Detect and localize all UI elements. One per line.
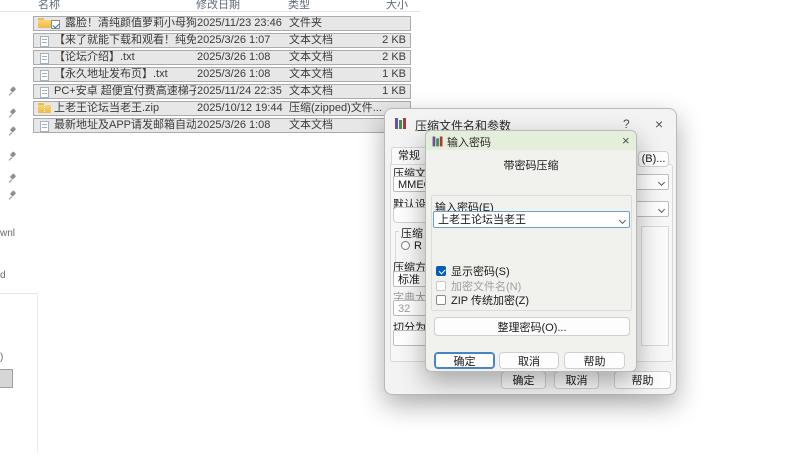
cancel-button[interactable]: 取消	[554, 371, 599, 389]
file-name: 【来了就能下载和观看！纯免费！】.txt	[54, 34, 196, 47]
file-date: 2025/3/26 1:08	[197, 119, 270, 132]
file-name: 【论坛介绍】.txt	[54, 51, 196, 64]
zip-folder-icon	[38, 105, 51, 113]
table-row[interactable]: 【来了就能下载和观看！纯免费！】.txt 2025/3/26 1:07 文本文档…	[33, 33, 411, 48]
text-file-icon	[40, 70, 49, 81]
file-name: 最新地址及APP请发邮箱自动获取！！！....	[54, 119, 196, 132]
table-row[interactable]: 【永久地址发布页】.txt 2025/3/26 1:08 文本文档 1 KB	[33, 67, 411, 82]
file-date: 2025/10/12 19:44	[197, 102, 283, 115]
pin-icon	[8, 108, 18, 119]
winrar-icon	[395, 117, 407, 129]
chevron-down-icon	[658, 206, 665, 213]
browse-button[interactable]: (B)...	[638, 151, 669, 167]
desktop: 名称 修改日期 类型 大小 露脸！清纯颜值萝莉小母狗【电击萌... 2025/1…	[0, 0, 800, 476]
winrar-icon	[433, 136, 444, 147]
table-row[interactable]: 露脸！清纯颜值萝莉小母狗【电击萌... 2025/11/23 23:46 文件夹	[33, 16, 411, 31]
tab-general[interactable]: 常规	[391, 147, 427, 165]
table-row[interactable]: PC+安卓 超便宜付费高速梯子.txt 2025/11/24 22:35 文本文…	[33, 84, 411, 99]
pin-icon	[8, 151, 18, 162]
text-file-icon	[40, 121, 49, 132]
close-icon[interactable]: ×	[655, 116, 663, 132]
password-dialog-titlebar[interactable]: 输入密码 ×	[426, 131, 636, 150]
checkbox-label: 加密文件名(N)	[451, 282, 521, 293]
file-date: 2025/11/23 23:46	[197, 17, 282, 30]
pin-icon	[8, 86, 18, 97]
help-icon[interactable]: ?	[623, 117, 630, 131]
ok-button[interactable]: 确定	[434, 352, 495, 369]
pin-icon	[8, 173, 18, 184]
cancel-button[interactable]: 取消	[499, 352, 559, 369]
clipped-button-fragment[interactable]	[0, 369, 13, 388]
clipped-nav-text: )	[0, 352, 3, 363]
password-heading: 带密码压缩	[426, 157, 636, 173]
file-date: 2025/3/26 1:08	[197, 68, 270, 81]
file-size: 1 KB	[334, 85, 406, 98]
file-name: 【永久地址发布页】.txt	[54, 68, 196, 81]
chevron-down-icon	[658, 179, 665, 186]
checkbox-label: ZIP 传统加密(Z)	[451, 296, 529, 307]
ok-button[interactable]: 确定	[501, 371, 546, 389]
format-label: 压缩	[399, 225, 425, 241]
text-file-icon	[40, 36, 49, 47]
clipped-nav-text: wnl	[0, 228, 15, 239]
table-row[interactable]: 【论坛介绍】.txt 2025/3/26 1:08 文本文档 2 KB	[33, 50, 411, 65]
row-checkbox[interactable]	[51, 20, 60, 29]
folder-icon	[38, 20, 51, 28]
password-input[interactable]: 上老王论坛当老王	[433, 211, 630, 228]
zip-legacy-encryption-checkbox[interactable]	[436, 295, 446, 305]
clipped-nav-text: d	[0, 270, 6, 281]
header-divider	[0, 11, 420, 12]
pane-divider	[0, 293, 37, 294]
pin-icon	[8, 190, 18, 201]
format-radio[interactable]	[401, 241, 410, 250]
update-mode-select[interactable]	[633, 174, 669, 190]
enter-password-dialog: 输入密码 × 带密码压缩 输入密码(E) 上老王论坛当老王 显示密码(S) 加密…	[425, 130, 637, 372]
file-name: PC+安卓 超便宜付费高速梯子.txt	[54, 85, 196, 98]
file-date: 2025/3/26 1:07	[197, 34, 270, 47]
file-name: 露脸！清纯颜值萝莉小母狗【电击萌...	[65, 17, 196, 30]
encrypt-filenames-checkbox	[436, 281, 446, 291]
dialog-title: 输入密码	[447, 134, 491, 150]
options-groupbox	[641, 226, 669, 346]
organize-passwords-button[interactable]: 整理密码(O)...	[434, 317, 630, 336]
file-date: 2025/11/24 22:35	[197, 85, 282, 98]
file-type: 文件夹	[289, 17, 407, 30]
file-size: 2 KB	[334, 34, 406, 47]
text-file-icon	[40, 87, 49, 98]
help-button[interactable]: 帮助	[614, 371, 671, 389]
file-size: 2 KB	[334, 51, 406, 64]
text-file-icon	[40, 53, 49, 64]
table-row[interactable]: 上老王论坛当老王.zip 2025/10/12 19:44 压缩(zipped)…	[33, 101, 411, 116]
table-row[interactable]: 最新地址及APP请发邮箱自动获取！！！.... 2025/3/26 1:08 文…	[33, 118, 411, 133]
format-radio-label: R	[414, 240, 422, 252]
close-icon[interactable]: ×	[622, 133, 630, 148]
file-date: 2025/3/26 1:08	[197, 51, 270, 64]
pin-icon	[8, 126, 18, 137]
options-select[interactable]	[633, 201, 669, 217]
file-size: 1 KB	[334, 68, 406, 81]
file-name: 上老王论坛当老王.zip	[54, 102, 196, 115]
checkbox-label: 显示密码(S)	[451, 267, 510, 278]
show-password-checkbox[interactable]	[436, 266, 446, 276]
pane-divider	[37, 293, 38, 453]
help-button[interactable]: 帮助	[564, 352, 625, 369]
chevron-down-icon	[619, 217, 626, 224]
